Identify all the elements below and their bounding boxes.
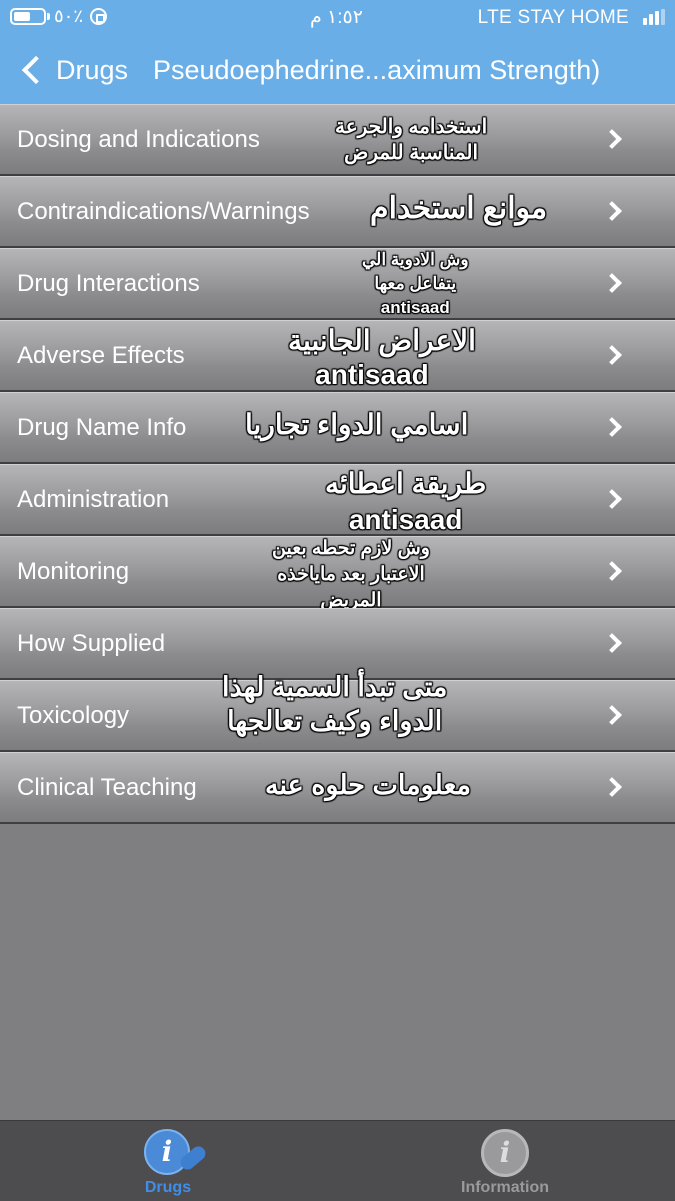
menu-list: Dosing and Indications استخدامه والجرعة ا… xyxy=(0,104,675,824)
chevron-right-icon xyxy=(602,345,622,365)
back-label: Drugs xyxy=(56,54,129,85)
tab-label: Drugs xyxy=(144,1179,192,1196)
handwritten-note: متى تبدأ السمية لهذا الدواء وكيف تعالجها xyxy=(222,672,448,736)
menu-item-administration[interactable]: Administration طريقة اعطائه antisaad xyxy=(0,464,675,536)
battery-percent: ٥٠٪ xyxy=(54,6,84,26)
chevron-right-icon xyxy=(602,417,622,437)
menu-item-label: Contraindications/Warnings xyxy=(17,198,310,225)
chevron-right-icon xyxy=(602,489,622,509)
menu-item-label: Drug Name Info xyxy=(17,414,187,441)
menu-item-label: Administration xyxy=(17,486,170,513)
menu-item-label: Drug Interactions xyxy=(17,270,200,297)
handwritten-note: طريقة اعطائه antisaad xyxy=(325,468,487,535)
signal-icon xyxy=(643,9,665,25)
page-title: Pseudoephedrine...aximum Strength) xyxy=(153,55,601,85)
rotation-lock-icon xyxy=(90,8,107,25)
chevron-right-icon xyxy=(602,561,622,581)
back-button[interactable]: Drugs xyxy=(18,50,128,90)
menu-item-clinical-teaching[interactable]: Clinical Teaching معلومات حلوه عنه xyxy=(0,752,675,824)
menu-item-adverse-effects[interactable]: Adverse Effects الاعراض الجانبية antisaad xyxy=(0,320,675,392)
chevron-right-icon xyxy=(602,777,622,797)
carrier-label: LTE STAY HOME xyxy=(477,7,629,28)
chevron-right-icon xyxy=(602,705,622,725)
handwritten-note: اسامي الدواء تجاريا xyxy=(245,409,469,440)
chevron-right-icon xyxy=(602,633,622,653)
menu-item-dosing[interactable]: Dosing and Indications استخدامه والجرعة ا… xyxy=(0,104,675,176)
chevron-right-icon xyxy=(602,201,622,221)
chevron-right-icon xyxy=(602,129,622,149)
handwritten-note: الاعراض الجانبية antisaad xyxy=(288,325,476,390)
menu-item-label: Clinical Teaching xyxy=(17,774,197,801)
info-icon: i xyxy=(481,1129,529,1177)
tab-bar: i Drugs i Information xyxy=(0,1120,675,1201)
header: ٥٠٪ ١:٥٢ م LTE STAY HOME Drugs Pseudoeph… xyxy=(0,0,675,104)
menu-item-label: Monitoring xyxy=(17,558,130,585)
menu-item-label: Dosing and Indications xyxy=(17,126,260,153)
battery-icon xyxy=(10,8,46,25)
navigation-bar: Drugs Pseudoephedrine...aximum Strength) xyxy=(0,36,675,104)
menu-item-toxicology[interactable]: Toxicology متى تبدأ السمية لهذا الدواء وك… xyxy=(0,672,675,752)
status-bar: ٥٠٪ ١:٥٢ م LTE STAY HOME xyxy=(0,0,675,36)
menu-item-label: How Supplied xyxy=(17,630,166,657)
chevron-left-icon xyxy=(21,55,51,85)
tab-drugs[interactable]: i Drugs xyxy=(93,1121,243,1201)
menu-item-contraindications[interactable]: Contraindications/Warnings موانع استخدام xyxy=(0,176,675,248)
menu-item-label: Adverse Effects xyxy=(17,342,185,369)
handwritten-note: استخدامه والجرعة المناسبة للمرض xyxy=(335,116,488,164)
tab-information[interactable]: i Information xyxy=(430,1121,580,1201)
handwritten-note: وش لازم تحطه بعين الاعتبار بعد ماياخذه الم… xyxy=(272,538,430,611)
handwritten-note: موانع استخدام xyxy=(370,192,548,225)
handwritten-note: وش الادوية الي يتفاعل معها antisaad xyxy=(362,250,469,317)
handwritten-note: معلومات حلوه عنه xyxy=(265,770,471,800)
status-time: ١:٥٢ م xyxy=(310,7,363,28)
menu-item-drug-name-info[interactable]: Drug Name Info اسامي الدواء تجاريا xyxy=(0,392,675,464)
menu-item-drug-interactions[interactable]: Drug Interactions وش الادوية الي يتفاعل م… xyxy=(0,248,675,320)
chevron-right-icon xyxy=(602,273,622,293)
menu-item-label: Toxicology xyxy=(17,702,130,729)
tab-label: Information xyxy=(461,1179,549,1196)
battery-nub xyxy=(47,13,50,20)
menu-item-monitoring[interactable]: Monitoring وش لازم تحطه بعين الاعتبار بعد… xyxy=(0,536,675,611)
